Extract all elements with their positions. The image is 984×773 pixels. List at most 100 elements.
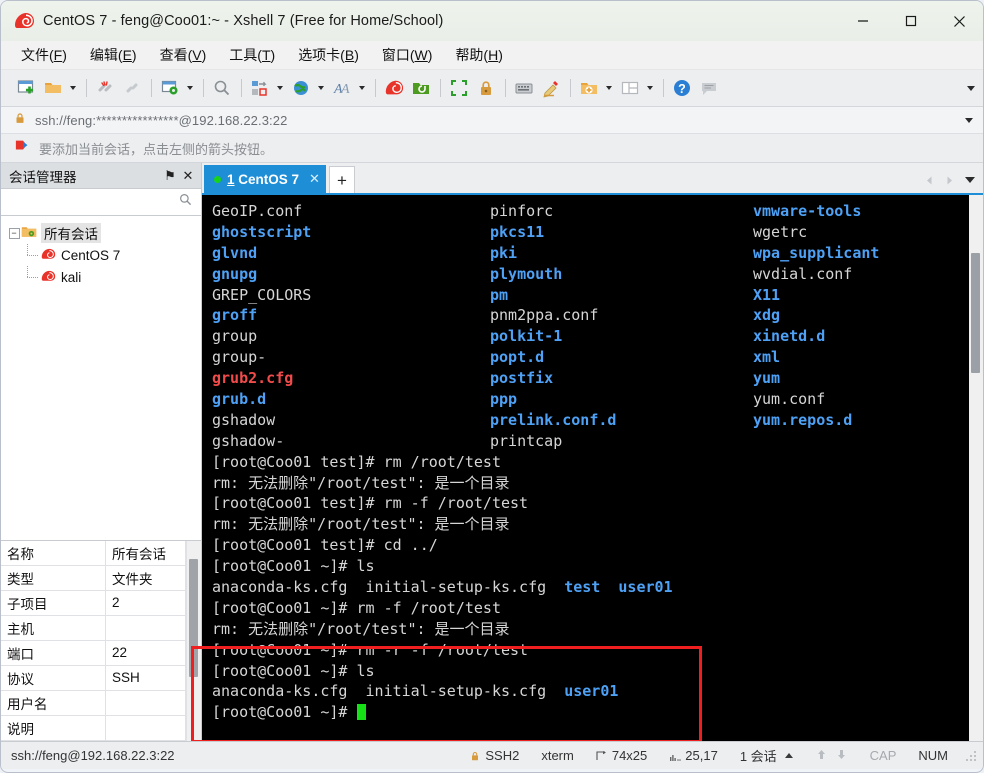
link-icon[interactable]	[119, 75, 145, 101]
sessions-caret-icon[interactable]	[784, 753, 793, 758]
terminal-output: rm: 无法删除"/root/test": 是一个目录	[212, 619, 510, 638]
font-icon[interactable]: AA	[329, 75, 355, 101]
layout-dropdown-icon[interactable]	[644, 75, 655, 101]
maximize-button[interactable]	[887, 1, 935, 41]
help-icon[interactable]: ?	[669, 75, 695, 101]
add-to-folder-dropdown-icon[interactable]	[603, 75, 614, 101]
session-tree: − 所有会话 CentOS 7 kali	[1, 216, 201, 540]
terminal-command: rm -f /root/test	[356, 598, 502, 617]
status-num: NUM	[918, 748, 948, 763]
find-icon[interactable]	[209, 75, 235, 101]
status-sessions[interactable]: 1 会话	[729, 746, 804, 765]
xftp-icon[interactable]	[408, 75, 434, 101]
scrollbar-thumb[interactable]	[189, 559, 198, 677]
terminal-command: ls	[356, 557, 375, 576]
xshell-icon[interactable]	[381, 75, 407, 101]
toolbar-separator	[505, 79, 506, 97]
menu-tools[interactable]: 工具(T)	[227, 43, 277, 67]
menu-file[interactable]: 文件(F)	[19, 43, 69, 67]
status-size: 74x25	[585, 748, 658, 763]
properties-scrollbar[interactable]	[186, 541, 201, 741]
toolbar-overflow-icon[interactable]	[967, 70, 975, 106]
tab-next-icon[interactable]	[941, 171, 957, 189]
new-tab-button[interactable]: +	[328, 166, 355, 193]
terminal-prompt: [root@Coo01 ~]#	[212, 661, 357, 680]
table-row: 类型 文件夹	[1, 565, 186, 591]
disconnect-icon[interactable]	[92, 75, 118, 101]
status-transfer-indicators	[804, 748, 859, 764]
terminal-line: group polkit-1 xinetd.d	[208, 326, 968, 347]
toolbar-separator	[241, 79, 242, 97]
terminal-file-entry: groff	[212, 306, 258, 325]
tree-node-centos7[interactable]: CentOS 7	[5, 244, 201, 266]
prop-value: 22	[105, 640, 186, 666]
tab-index: 1	[227, 171, 235, 187]
search-icon[interactable]	[178, 192, 193, 212]
menu-view[interactable]: 查看(V)	[158, 43, 209, 67]
status-protocol: SSH2	[458, 748, 530, 763]
terminal-file-entry: GREP_COLORS	[212, 285, 312, 304]
terminal-file-entry: anaconda-ks.cfg	[212, 682, 348, 701]
resize-grip[interactable]	[965, 749, 977, 762]
session-properties-dropdown-icon[interactable]	[184, 75, 195, 101]
transfer-icon[interactable]	[247, 75, 273, 101]
terminal-prompt: [root@Coo01 test]#	[212, 494, 384, 513]
terminal-line: grub2.cfg postfix yum	[208, 368, 968, 389]
menu-window[interactable]: 窗口(W)	[380, 43, 435, 67]
keyboard-icon[interactable]	[511, 75, 537, 101]
table-row: 协议 SSH	[1, 665, 186, 691]
arrow-flag-icon	[15, 139, 31, 158]
lock-icon[interactable]	[473, 75, 499, 101]
pin-icon[interactable]: ⚑	[161, 166, 179, 186]
tab-menu-icon[interactable]	[961, 171, 979, 189]
address-input[interactable]: ssh://feng:****************@192.168.22.3…	[35, 113, 287, 128]
terminal-scrollbar[interactable]	[968, 195, 983, 741]
add-to-folder-icon[interactable]	[576, 75, 602, 101]
terminal-file-entry: ghostscript	[212, 222, 312, 241]
tree-node-all-sessions[interactable]: − 所有会话	[5, 222, 201, 244]
globe-icon[interactable]	[288, 75, 314, 101]
tab-prev-icon[interactable]	[921, 171, 937, 189]
session-properties-icon[interactable]	[157, 75, 183, 101]
terminal-line: anaconda-ks.cfg initial-setup-ks.cfg use…	[208, 681, 968, 702]
terminal-line: groff pnm2ppa.conf xdg	[208, 305, 968, 326]
tree-label-centos7: CentOS 7	[61, 247, 121, 263]
terminal-screen[interactable]: GeoIP.conf pinforc vmware-tools ghostscript…	[202, 195, 968, 741]
menu-tab[interactable]: 选项卡(B)	[296, 43, 361, 67]
xshell-snail-icon	[13, 10, 35, 32]
menu-edit[interactable]: 编辑(E)	[88, 43, 139, 67]
open-folder-dropdown-icon[interactable]	[67, 75, 78, 101]
close-button[interactable]	[935, 1, 983, 41]
session-manager-panel: 会话管理器 ⚑ ✕ − 所有会话 CentOS 7 kali 名称 所有会话 类…	[1, 163, 202, 742]
highlight-icon[interactable]	[538, 75, 564, 101]
open-folder-icon[interactable]	[40, 75, 66, 101]
status-protocol-label: SSH2	[485, 748, 520, 763]
session-search-field[interactable]	[1, 189, 201, 216]
minimize-button[interactable]	[839, 1, 887, 41]
new-session-icon[interactable]	[13, 75, 39, 101]
terminal-file-entry: printcap	[490, 431, 563, 450]
transfer-dropdown-icon[interactable]	[274, 75, 285, 101]
terminal-prompt: [root@Coo01 test]#	[212, 536, 384, 555]
address-dropdown-icon[interactable]	[965, 107, 973, 133]
table-row: 子项目 2	[1, 590, 186, 616]
globe-dropdown-icon[interactable]	[315, 75, 326, 101]
font-dropdown-icon[interactable]	[356, 75, 367, 101]
tab-centos7[interactable]: 1 CentOS 7 ✕	[204, 165, 326, 193]
toolbar-separator	[86, 79, 87, 97]
panel-close-icon[interactable]: ✕	[179, 166, 197, 186]
tab-close-icon[interactable]: ✕	[309, 171, 320, 187]
address-bar[interactable]: ssh://feng:****************@192.168.22.3…	[1, 107, 983, 134]
tab-strip: 1 CentOS 7 ✕ +	[202, 163, 983, 195]
prop-key: 主机	[1, 615, 106, 641]
terminal-line: [root@Coo01 ~]# ls	[208, 556, 968, 577]
fullscreen-icon[interactable]	[446, 75, 472, 101]
layout-icon[interactable]	[617, 75, 643, 101]
tree-expander-icon[interactable]: −	[7, 227, 21, 239]
menu-help[interactable]: 帮助(H)	[453, 43, 504, 67]
scrollbar-thumb[interactable]	[971, 253, 980, 373]
tree-node-kali[interactable]: kali	[5, 266, 201, 288]
chat-icon[interactable]	[696, 75, 722, 101]
prop-value	[105, 615, 186, 641]
status-connection: ssh://feng@192.168.22.3:22	[11, 748, 175, 763]
